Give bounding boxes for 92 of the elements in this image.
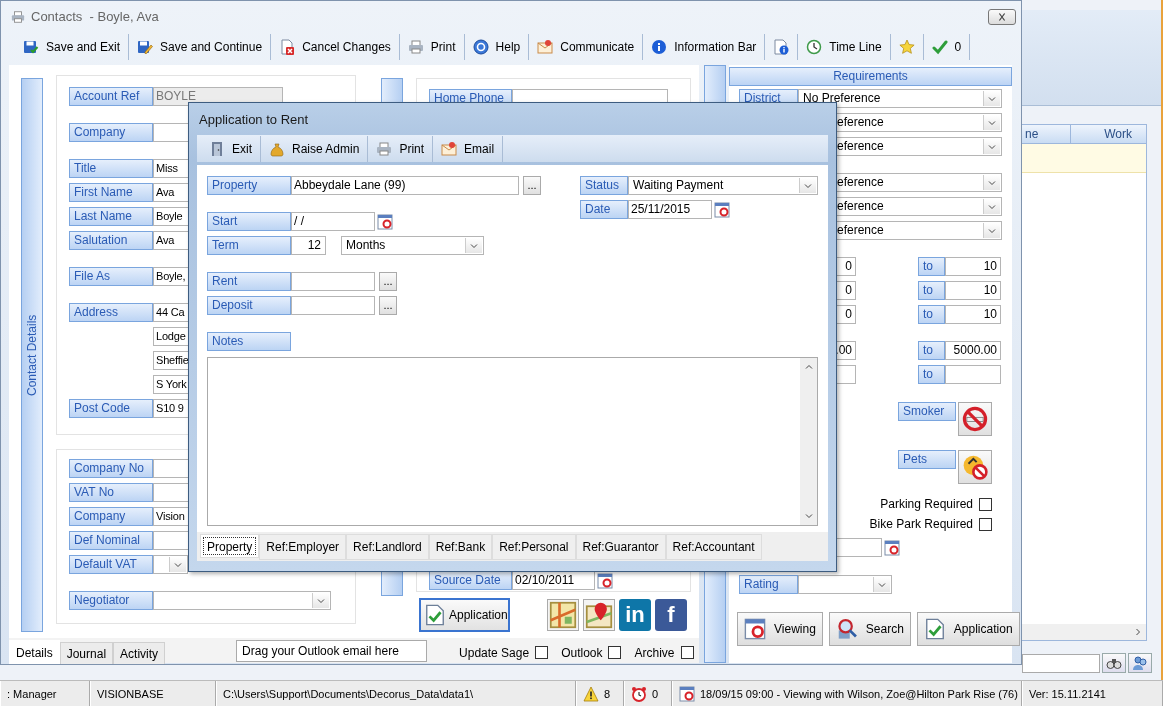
action-button[interactable]: Application	[916, 612, 1020, 646]
status-text: : Manager	[0, 681, 90, 706]
application-button[interactable]: Application	[419, 598, 510, 632]
field-label: Property	[207, 176, 291, 195]
field-label: to	[918, 341, 945, 360]
field-label: Deposit	[207, 296, 291, 315]
field-label: Start	[207, 212, 291, 231]
field-label: Company	[69, 507, 153, 526]
toolbar-button[interactable]: Time Line	[798, 34, 891, 60]
field-label: Rating	[739, 575, 798, 594]
dropdown[interactable]: Months	[341, 236, 484, 255]
status-text: C:\Users\Support\Documents\Decorus_Data\data1\	[216, 681, 576, 706]
field-label: Notes	[207, 332, 291, 351]
field-label: Term	[207, 236, 291, 255]
toolbar-button[interactable]: Exit	[201, 135, 261, 162]
status-text: VISIONBASE	[90, 681, 216, 706]
input-field[interactable]: 10	[945, 305, 1001, 324]
field-label: Def Nominal	[69, 531, 153, 550]
input-field[interactable]: 10	[945, 257, 1001, 276]
tab[interactable]: Details	[9, 640, 60, 664]
dropdown[interactable]: Waiting Payment	[628, 176, 818, 195]
field-label: Pets	[898, 450, 956, 469]
window-title: Contacts - Boyle, Ava	[31, 9, 159, 24]
status-text: 8	[604, 688, 611, 700]
field-label: Company	[69, 123, 153, 142]
tab[interactable]: Ref:Bank	[428, 534, 493, 560]
checkbox-label: Bike Park Required	[869, 517, 973, 531]
field-label: to	[918, 365, 945, 384]
toolbar-button[interactable]: Cancel Changes	[271, 34, 400, 60]
field-label: First Name	[69, 183, 153, 202]
toolbar-button[interactable]: Communicate	[529, 34, 644, 60]
checkbox-label: Archive	[634, 645, 675, 660]
dropdown[interactable]: No Preference	[798, 89, 1002, 108]
field-label: Post Code	[69, 399, 153, 418]
field-label: Salutation	[69, 231, 153, 250]
social-link[interactable]: in	[619, 599, 651, 631]
checkbox-label: Update Sage	[459, 645, 530, 660]
column-header[interactable]: Work	[1071, 125, 1146, 143]
field-label: Title	[69, 159, 153, 178]
field-label: Account Ref	[69, 87, 153, 106]
input-field[interactable]: Abbeydale Lane (99)	[291, 176, 519, 195]
input-field[interactable]: 5000.00	[945, 341, 1001, 360]
input-field[interactable]: 10	[945, 281, 1001, 300]
status-text: 18/09/15 09:00 - Viewing with Wilson, Zoe@Hilton Park Rise (76)	[700, 688, 1018, 700]
field-label: to	[918, 281, 945, 300]
tab[interactable]: Ref:Landlord	[346, 534, 429, 560]
action-button[interactable]: Search	[828, 612, 911, 646]
field-label: Negotiator	[69, 591, 153, 610]
tab[interactable]: Ref:Employer	[259, 534, 347, 560]
checkbox-label: Parking Required	[880, 497, 973, 511]
toolbar-button[interactable]: Save and Continue	[129, 34, 272, 60]
toolbar-button[interactable]: Help	[464, 34, 530, 60]
section-header: Requirements	[729, 67, 1012, 86]
field-label: File As	[69, 267, 153, 286]
action-button[interactable]: Viewing	[737, 612, 823, 646]
field-label: Rent	[207, 272, 291, 291]
toolbar-button[interactable]: Information Bar	[643, 34, 766, 60]
field-label: VAT No	[69, 483, 153, 502]
drop-zone[interactable]: Drag your Outlook email here	[236, 639, 428, 662]
browse-button[interactable]: ...	[379, 296, 397, 315]
field-label: Last Name	[69, 207, 153, 226]
side-tab[interactable]: Contact Details	[21, 78, 43, 632]
toolbar-button[interactable]: Print	[368, 135, 434, 162]
input-field[interactable]: 12	[291, 236, 326, 255]
tab[interactable]: Ref:Personal	[492, 534, 576, 560]
dialog-title: Application to Rent	[199, 111, 309, 127]
toolbar-button[interactable]: Save and Exit	[15, 34, 130, 60]
field-label: to	[918, 257, 945, 276]
checkbox-label: Outlook	[561, 645, 603, 660]
toolbar-button[interactable]: Print	[399, 34, 465, 60]
field-label: Address	[69, 303, 153, 322]
tab[interactable]: Ref:Accountant	[665, 534, 762, 560]
date-field[interactable]: 25/11/2015	[628, 200, 712, 219]
field-label: Company No	[69, 459, 153, 478]
field-label: Smoker	[898, 402, 956, 421]
tab[interactable]: Ref:Guarantor	[575, 534, 666, 560]
tab[interactable]: Activity	[113, 642, 166, 664]
field-label: Date	[580, 200, 628, 219]
field-label: Default VAT	[69, 555, 153, 574]
tab[interactable]: Journal	[59, 642, 114, 664]
browse-button[interactable]: ...	[379, 272, 397, 291]
toolbar-button[interactable]: Email	[433, 135, 504, 162]
field-label: Status	[580, 176, 628, 195]
status-text: 0	[652, 688, 659, 700]
browse-button[interactable]: ...	[523, 176, 541, 195]
field-label: to	[918, 305, 945, 324]
date-field[interactable]: / /	[291, 212, 375, 231]
toolbar-button[interactable]: 0	[923, 34, 971, 60]
status-text: Ver: 15.11.2141	[1022, 681, 1163, 706]
tab[interactable]: Property	[200, 534, 260, 558]
social-link[interactable]: f	[655, 599, 687, 631]
toolbar-button[interactable]: Raise Admin	[261, 135, 369, 162]
